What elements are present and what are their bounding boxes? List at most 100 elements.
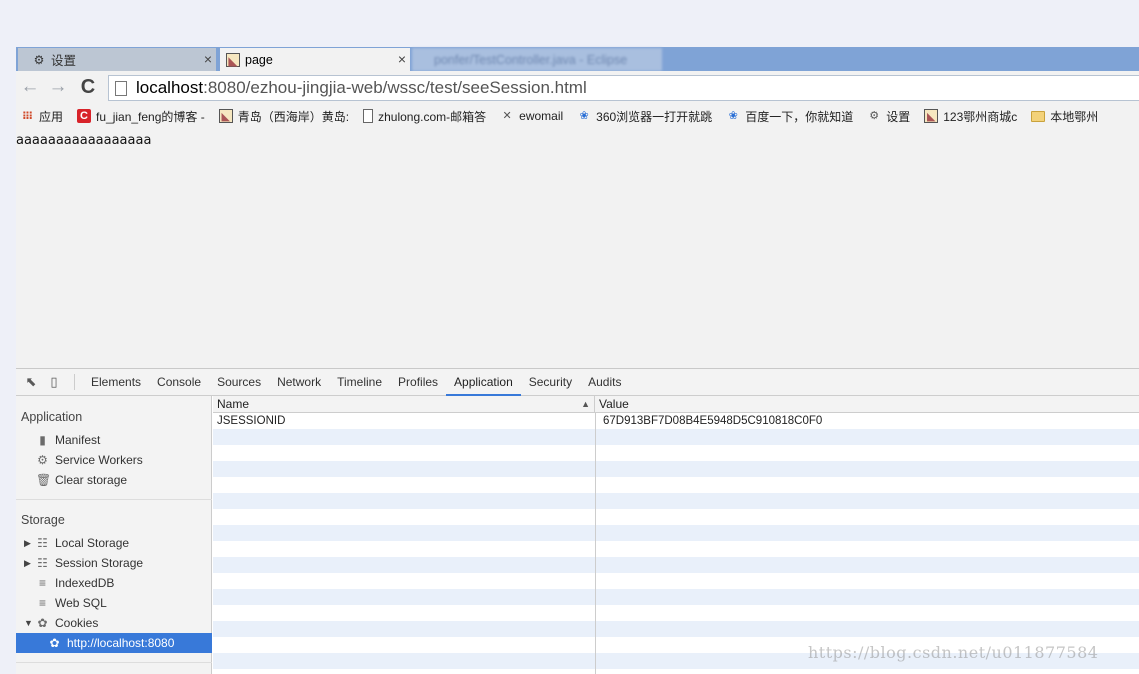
devtools-toolbar: ⬉ ▯ Elements Console Sources Network Tim…	[16, 369, 1139, 396]
column-header-value[interactable]: Value	[595, 396, 1139, 413]
close-icon[interactable]: ×	[204, 51, 212, 67]
url-path: :8080/ezhou-jingjia-web/wssc/test/seeSes…	[203, 78, 587, 97]
application-sidebar: Application ▮ Manifest ⚙ Service Workers…	[16, 396, 212, 674]
bookmark-settings[interactable]: ⚙ 设置	[867, 108, 910, 125]
empty-row	[213, 589, 1139, 605]
empty-row	[213, 605, 1139, 621]
expand-arrow-icon[interactable]: ▶	[24, 558, 31, 569]
collapse-arrow-icon[interactable]: ▼	[24, 618, 33, 628]
sidebar-item-clear-storage[interactable]: 🗑 Clear storage	[36, 470, 212, 490]
device-mode-icon[interactable]: ▯	[46, 374, 62, 390]
devtools-panel: ⬉ ▯ Elements Console Sources Network Tim…	[16, 368, 1139, 674]
bookmark-baidu[interactable]: ❀ 百度一下，你就知道	[726, 108, 854, 125]
sidebar-item-label: Local Storage	[55, 536, 130, 550]
table-row[interactable]: JSESSIONID 67D913BF7D08B4E5948D5C910818C…	[213, 413, 1139, 429]
sidebar-item-web-sql[interactable]: ≡ Web SQL	[36, 593, 212, 613]
sidebar-item-label: http://localhost:8080	[67, 636, 175, 650]
gear-icon: ⚙	[37, 452, 48, 467]
tab-profiles[interactable]: Profiles	[390, 369, 446, 396]
trash-icon: 🗑	[36, 472, 52, 487]
bookmark-label: 百度一下，你就知道	[745, 109, 854, 124]
grid-icon: ☷	[37, 535, 48, 550]
back-arrow-icon[interactable]: ←	[20, 77, 40, 97]
sidebar-item-manifest[interactable]: ▮ Manifest	[36, 430, 212, 450]
forward-arrow-icon[interactable]: →	[48, 77, 68, 97]
column-header-label: Name	[217, 397, 250, 411]
apps-icon: ⁝⁝⁝	[22, 110, 33, 122]
empty-row	[213, 509, 1139, 525]
tab-network[interactable]: Network	[269, 369, 329, 396]
tab-audits[interactable]: Audits	[580, 369, 629, 396]
watermark: https://blog.csdn.net/u011877584	[808, 643, 1099, 662]
bookmark-label: zhulong.com-邮箱答	[378, 109, 487, 124]
sidebar-item-cookies[interactable]: ▼ ✿ Cookies	[24, 613, 212, 633]
bookmark-label: ewomail	[519, 109, 564, 123]
bookmark-ewomail[interactable]: ✕ ewomail	[500, 109, 564, 123]
column-header-label: Value	[599, 397, 629, 411]
gear-icon: ⚙	[869, 110, 880, 122]
empty-row	[213, 573, 1139, 589]
sidebar-item-session-storage[interactable]: ▶ ☷ Session Storage	[24, 553, 212, 573]
bookmark-ezhou-shop[interactable]: ◣ 123鄂州商城c	[924, 108, 1017, 125]
cookie-value-cell: 67D913BF7D08B4E5948D5C910818C0F0	[603, 415, 823, 427]
bookmark-label: 设置	[886, 109, 911, 124]
page-icon	[115, 80, 127, 96]
sidebar-divider	[16, 662, 212, 663]
sidebar-item-service-workers[interactable]: ⚙ Service Workers	[36, 450, 212, 470]
column-header-name[interactable]: Name ▲	[213, 396, 595, 413]
database-icon: ≡	[38, 575, 46, 590]
bookmark-zhulong[interactable]: zhulong.com-邮箱答	[363, 108, 486, 125]
sidebar-item-label: Cookies	[55, 616, 99, 630]
file-icon: ▮	[39, 432, 46, 447]
empty-row	[213, 493, 1139, 509]
reload-icon[interactable]: C	[78, 77, 98, 97]
sidebar-item-local-storage[interactable]: ▶ ☷ Local Storage	[24, 533, 212, 553]
bookmark-qingdao[interactable]: ◣ 青岛（西海岸）黄岛:	[218, 108, 350, 125]
url-host: localhost	[136, 78, 204, 97]
sidebar-item-label: Clear storage	[55, 473, 128, 487]
expand-arrow-icon[interactable]: ▶	[24, 538, 31, 549]
bookmark-csdn-blog[interactable]: C fu_jian_feng的博客 -	[77, 108, 205, 125]
close-icon[interactable]: ×	[398, 51, 406, 67]
empty-row	[213, 429, 1139, 445]
inspect-element-icon[interactable]: ⬉	[23, 374, 39, 390]
csdn-icon: C	[77, 109, 92, 123]
cookie-icon: ✿	[37, 615, 48, 630]
page-text: aaaaaaaaaaaaaaaaa	[16, 133, 152, 148]
tab-security[interactable]: Security	[521, 369, 580, 396]
empty-row	[213, 621, 1139, 637]
tab-timeline[interactable]: Timeline	[329, 369, 390, 396]
bookmark-label: 123鄂州商城c	[943, 109, 1018, 124]
bookmark-label: 360浏览器一打开就跳	[596, 109, 713, 124]
tab-label: 设置	[51, 54, 77, 68]
bookmark-label: 本地鄂州	[1050, 109, 1099, 124]
cookie-icon: ✿	[49, 635, 60, 650]
gear-icon: ⚙	[33, 52, 45, 67]
toolbar-divider	[74, 374, 75, 390]
bookmark-apps[interactable]: ⁝⁝⁝ 应用	[20, 108, 63, 125]
sidebar-item-cookie-localhost[interactable]: ✿ http://localhost:8080	[16, 633, 212, 653]
sidebar-item-indexeddb[interactable]: ≡ IndexedDB	[36, 573, 212, 593]
tab-eclipse[interactable]: ponfer/TestController.java - Eclipse	[412, 48, 662, 71]
empty-row	[213, 557, 1139, 573]
page-content: aaaaaaaaaaaaaaaaa	[16, 127, 1139, 368]
mail-icon: ✕	[502, 110, 512, 122]
empty-row	[213, 525, 1139, 541]
tab-strip: ⚙ 设置 × ◣ page × ponfer/TestController.ja…	[16, 47, 1139, 71]
bookmark-360[interactable]: ❀ 360浏览器一打开就跳	[577, 108, 713, 125]
tab-settings[interactable]: ⚙ 设置 ×	[18, 48, 216, 71]
section-storage-title: Storage	[21, 513, 65, 527]
bookmark-label: 应用	[39, 109, 64, 124]
sidebar-item-label: Web SQL	[55, 596, 107, 610]
bookmark-local-ezhou[interactable]: 本地鄂州	[1031, 108, 1098, 125]
tab-page[interactable]: ◣ page ×	[220, 48, 410, 71]
bookmark-label: 青岛（西海岸）黄岛:	[237, 109, 350, 124]
empty-row	[213, 541, 1139, 557]
sidebar-item-label: Session Storage	[55, 556, 144, 570]
tab-application[interactable]: Application	[446, 369, 521, 396]
tab-sources[interactable]: Sources	[209, 369, 269, 396]
address-bar[interactable]: localhost:8080/ezhou-jingjia-web/wssc/te…	[108, 75, 1139, 101]
column-divider	[595, 413, 596, 674]
tab-elements[interactable]: Elements	[83, 369, 149, 396]
tab-console[interactable]: Console	[149, 369, 209, 396]
